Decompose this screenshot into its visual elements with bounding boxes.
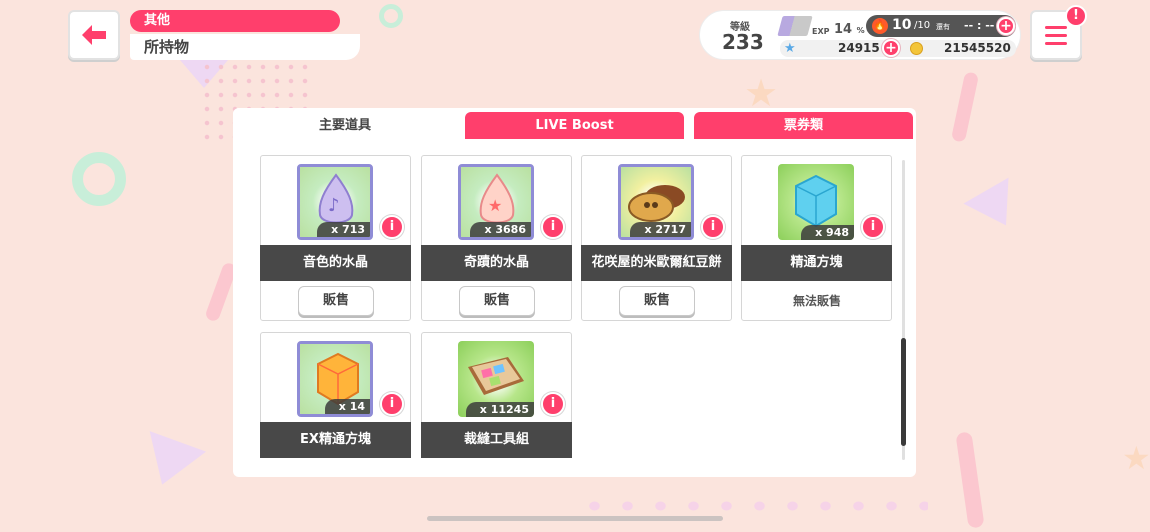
item-name: 奇蹟的水晶: [421, 245, 572, 281]
background-triangle-decoration: [133, 431, 207, 495]
item-name: 花咲屋的米歐爾紅豆餅: [581, 245, 732, 281]
add-stamina-button[interactable]: +: [997, 17, 1015, 35]
tab-main-items[interactable]: 主要道具: [233, 108, 457, 140]
info-icon[interactable]: i: [861, 215, 885, 239]
background-ring-decoration: [72, 152, 126, 206]
background-stroke-decoration: [955, 431, 985, 529]
flame-icon: 🔥: [872, 18, 888, 34]
add-gem-button[interactable]: +: [882, 39, 900, 57]
scrollbar-thumb[interactable]: [901, 338, 906, 446]
background-ring-decoration: [379, 4, 403, 28]
notification-badge: !: [1065, 5, 1087, 27]
purple-crystal-icon: ♪: [318, 173, 354, 224]
info-icon[interactable]: i: [380, 215, 404, 239]
svg-text:★: ★: [488, 196, 502, 215]
exp-percent-unit: %: [856, 26, 865, 35]
item-quantity: x 3686: [470, 222, 531, 237]
background-stroke-decoration: [950, 71, 980, 143]
item-name: 音色的水晶: [260, 245, 411, 281]
player-status-panel: 等級 233 EXP 14 % 🔥 10 /10 還有 -- : -- + ★ …: [699, 10, 1021, 60]
item-thumbnail: x 11245: [458, 341, 534, 417]
exp-gauge: [777, 16, 813, 36]
arrow-left-icon: [82, 25, 106, 45]
item-quantity: x 713: [317, 222, 370, 237]
item-card[interactable]: x 14 i EX精通方塊: [260, 332, 411, 458]
sell-button[interactable]: 販售: [619, 286, 695, 316]
stamina-bar: 🔥 10 /10 還有 -- : --: [866, 15, 1016, 37]
item-name: EX精通方塊: [260, 422, 411, 458]
background-star-decoration: ★: [744, 71, 779, 115]
star-gem-icon: ★: [784, 41, 796, 56]
info-icon[interactable]: i: [701, 215, 725, 239]
screen-title: 所持物 其他: [130, 10, 360, 60]
item-quantity: x 11245: [465, 402, 534, 417]
item-thumbnail: x 2717: [618, 164, 694, 240]
exp-percent-value: 14: [834, 22, 853, 37]
back-button[interactable]: [68, 10, 120, 60]
info-icon[interactable]: i: [541, 392, 565, 416]
stamina-recover-label: 還有: [936, 23, 950, 31]
item-card[interactable]: x 948 i 精通方塊 無法販售: [741, 155, 892, 321]
item-thumbnail: x 948: [778, 164, 854, 240]
item-quantity: x 2717: [630, 222, 691, 237]
category-label: 其他: [130, 10, 340, 32]
not-sellable-label: 無法販售: [792, 294, 841, 308]
item-thumbnail: ♪ x 713: [297, 164, 373, 240]
item-name: 精通方塊: [741, 245, 892, 281]
item-card[interactable]: x 11245 i 裁縫工具組: [421, 332, 572, 458]
tab-tickets[interactable]: 票券類: [694, 112, 913, 139]
exp-label: EXP: [812, 27, 830, 36]
page-title: 所持物: [130, 34, 360, 60]
background-triangle-decoration: [180, 60, 228, 88]
item-card[interactable]: ♪ x 713 i 音色的水晶 販售: [260, 155, 411, 321]
exp-value: 14 %: [834, 22, 865, 37]
item-quantity: x 14: [324, 399, 370, 414]
stamina-value: 10: [892, 17, 912, 33]
item-thumbnail: x 14: [297, 341, 373, 417]
bean-cake-icon: [628, 185, 685, 222]
coin-icon: [910, 42, 923, 55]
svg-text:♪: ♪: [328, 195, 340, 216]
background-triangle-decoration: [963, 177, 1029, 239]
stamina-timer: -- : --: [964, 19, 995, 32]
tab-live-boost[interactable]: LIVE Boost: [465, 112, 684, 139]
blue-cube-icon: [795, 174, 837, 228]
sell-button[interactable]: 販售: [298, 286, 374, 316]
item-quantity: x 948: [801, 225, 854, 240]
pink-crystal-icon: ★: [479, 173, 515, 224]
gem-count: 24915: [838, 41, 880, 55]
home-indicator: [427, 516, 723, 521]
sell-button[interactable]: 販售: [459, 286, 535, 316]
item-name: 裁縫工具組: [421, 422, 572, 458]
sewing-kit-icon: [468, 357, 524, 395]
item-card[interactable]: ★ x 3686 i 奇蹟的水晶 販售: [421, 155, 572, 321]
coin-count: 21545520: [944, 41, 1011, 55]
info-icon[interactable]: i: [380, 392, 404, 416]
item-thumbnail: ★ x 3686: [458, 164, 534, 240]
info-icon[interactable]: i: [541, 215, 565, 239]
background-star-decoration: ★: [1122, 439, 1150, 477]
level-value: 233: [722, 30, 764, 54]
item-card[interactable]: x 2717 i 花咲屋的米歐爾紅豆餅 販售: [581, 155, 732, 321]
stamina-max: /10: [914, 20, 931, 31]
